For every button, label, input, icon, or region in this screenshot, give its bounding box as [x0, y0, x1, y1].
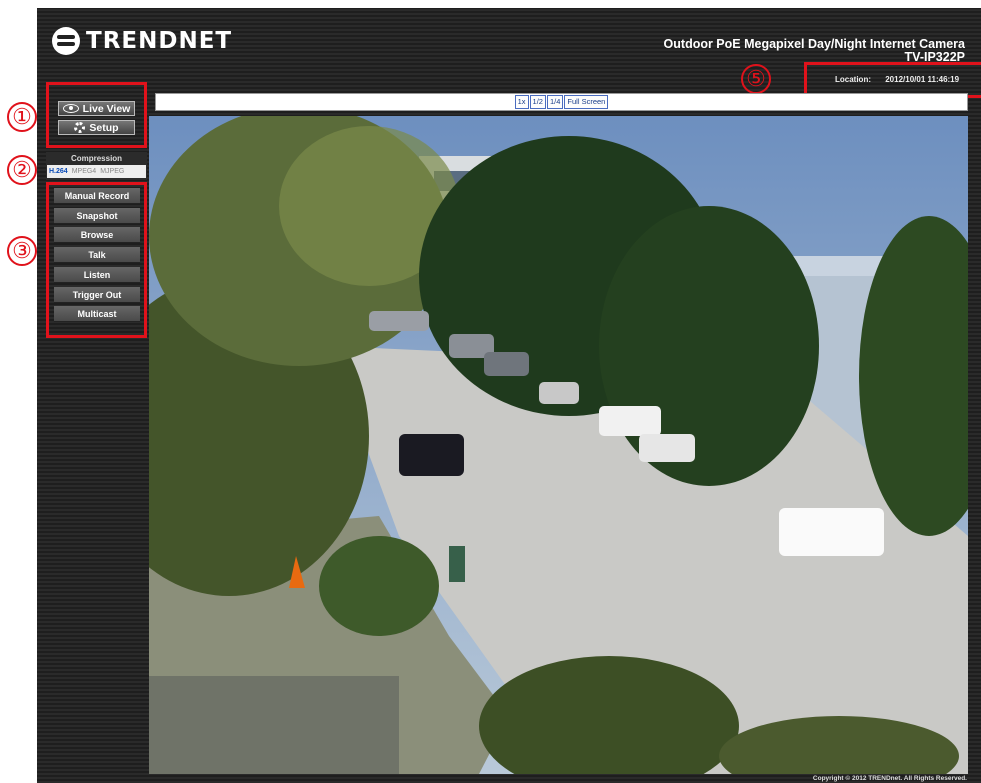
date-time: 2012/10/01 11:46:19 — [885, 75, 960, 84]
snapshot-button[interactable]: Snapshot — [54, 208, 140, 224]
zoom-toolbar: 1x 1/2 1/4 Full Screen — [155, 93, 968, 111]
callout-3: ③ — [7, 236, 37, 266]
compression-option-mjpeg[interactable]: MJPEG — [98, 168, 126, 175]
copyright-notice: Copyright © 2012 TRENDnet. All Rights Re… — [812, 775, 967, 782]
gear-icon — [74, 122, 86, 133]
compression-options: H.264 MPEG4 MJPEG — [47, 165, 146, 178]
location-label: Location: — [835, 75, 871, 84]
brand-name: TRENDNET — [86, 28, 233, 54]
callout-5: ⑤ — [741, 64, 771, 94]
multicast-button[interactable]: Multicast — [54, 306, 140, 322]
eye-icon — [62, 104, 79, 113]
live-view-button[interactable]: Live View — [58, 101, 135, 116]
trigger-out-button[interactable]: Trigger Out — [54, 287, 140, 303]
camera-street-scene — [149, 116, 968, 774]
live-video-feed[interactable] — [149, 116, 968, 774]
live-view-label: Live View — [82, 102, 131, 115]
setup-label: Setup — [89, 121, 119, 134]
compression-panel: Compression H.264 MPEG4 MJPEG — [46, 152, 147, 180]
callout-1: ① — [7, 102, 37, 132]
location-status: Location: 2012/10/01 11:46:19 — [835, 75, 959, 84]
zoom-quarter-button[interactable]: 1/4 — [546, 95, 564, 109]
compression-option-h264[interactable]: H.264 — [47, 168, 70, 175]
zoom-half-button[interactable]: 1/2 — [529, 95, 546, 109]
actions-panel: Manual Record Snapshot Browse Talk Liste… — [46, 182, 147, 338]
full-screen-button[interactable]: Full Screen — [564, 95, 609, 109]
manual-record-button[interactable]: Manual Record — [54, 188, 140, 204]
view-setup-panel: Live View Setup — [46, 82, 147, 148]
trendnet-logo: TRENDNET — [52, 27, 232, 55]
zoom-1x-button[interactable]: 1x — [514, 95, 529, 109]
trendnet-logo-icon — [52, 27, 80, 55]
compression-title: Compression — [70, 154, 123, 163]
callout-2: ② — [7, 155, 37, 185]
setup-button[interactable]: Setup — [58, 120, 135, 135]
talk-button[interactable]: Talk — [54, 247, 140, 263]
browse-button[interactable]: Browse — [54, 227, 140, 243]
product-title: Outdoor PoE Megapixel Day/Night Internet… — [664, 38, 965, 64]
listen-button[interactable]: Listen — [54, 267, 140, 283]
compression-option-mpeg4[interactable]: MPEG4 — [70, 168, 99, 175]
